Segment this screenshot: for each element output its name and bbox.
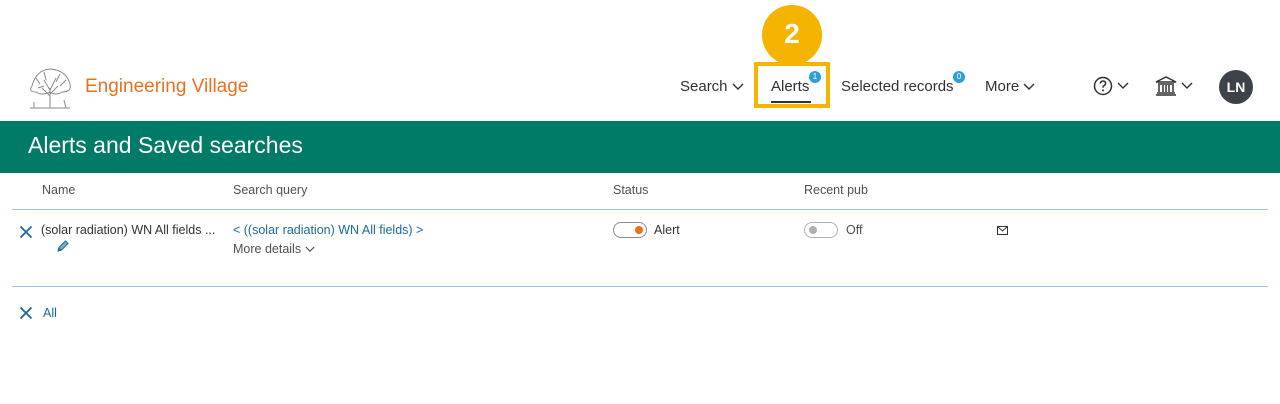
delete-x-icon: [19, 306, 33, 320]
delete-x-icon[interactable]: [19, 225, 33, 239]
help-icon: [1093, 76, 1113, 96]
search-query-link[interactable]: < ((solar radiation) WN All fields) >: [233, 223, 423, 237]
nav-search[interactable]: Search: [680, 78, 744, 95]
email-icon[interactable]: [997, 226, 1008, 235]
delete-all-label: All: [43, 306, 57, 320]
nav-selected-records[interactable]: Selected records: [841, 78, 954, 95]
nav-alerts[interactable]: Alerts: [771, 78, 809, 95]
nav-search-label: Search: [680, 78, 728, 95]
chevron-down-icon: [305, 246, 315, 252]
chevron-down-icon: [1181, 82, 1193, 89]
nav-more[interactable]: More: [985, 78, 1035, 95]
brand-name[interactable]: Engineering Village: [85, 76, 248, 98]
column-header-status: Status: [613, 183, 649, 197]
header-divider: [12, 209, 1268, 210]
institution-menu-button[interactable]: [1155, 76, 1193, 96]
alerts-count-badge: 1: [809, 71, 821, 83]
institution-icon: [1155, 76, 1177, 96]
column-header-search-query: Search query: [233, 183, 308, 197]
nav-more-label: More: [985, 78, 1020, 95]
table-bottom-divider: [12, 286, 1268, 287]
elsevier-tree-logo: [26, 66, 74, 110]
more-details-toggle[interactable]: More details: [233, 242, 315, 256]
step-marker: 2: [762, 5, 822, 65]
nav-selected-label: Selected records: [841, 78, 954, 95]
column-header-recent-pub: Recent pub: [804, 183, 868, 197]
recent-pub-label: Off: [846, 223, 863, 237]
alert-status-toggle[interactable]: [613, 222, 647, 238]
saved-search-name: (solar radiation) WN All fields ...: [41, 223, 216, 237]
delete-all-button[interactable]: All: [19, 306, 57, 320]
user-avatar[interactable]: LN: [1219, 70, 1253, 104]
page-title: Alerts and Saved searches: [28, 132, 303, 158]
toggle-knob: [809, 226, 817, 234]
chevron-down-icon: [1117, 82, 1129, 89]
column-header-name: Name: [42, 183, 76, 197]
help-menu-button[interactable]: [1093, 76, 1129, 96]
chevron-down-icon: [732, 83, 744, 90]
edit-pencil-icon[interactable]: [56, 239, 70, 253]
chevron-down-icon: [1023, 83, 1035, 90]
recent-pub-toggle[interactable]: [804, 222, 838, 238]
nav-alerts-label: Alerts: [771, 78, 810, 95]
more-details-label: More details: [233, 242, 302, 256]
status-label: Alert: [654, 223, 680, 237]
selected-count-badge: 0: [953, 71, 965, 83]
active-tab-underline: [771, 101, 811, 103]
toggle-knob: [635, 226, 643, 234]
